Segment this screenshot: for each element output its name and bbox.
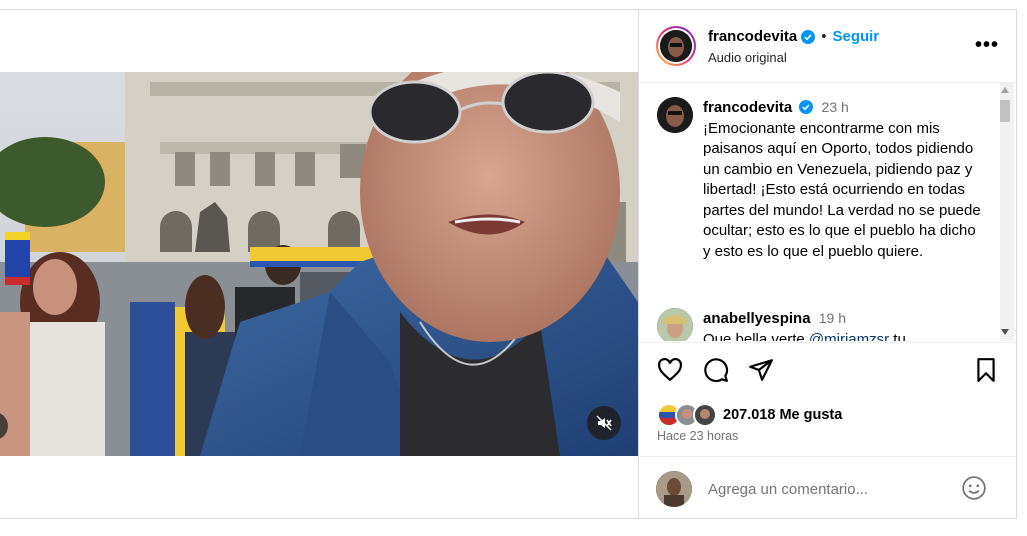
verified-badge-icon: [799, 100, 814, 114]
comment-item: anabellyespina 19 h Que bella verte @mir…: [657, 308, 983, 341]
post-header: francodevita • Seguir Audio original •••: [639, 10, 1016, 83]
comment-username[interactable]: anabellyespina: [703, 310, 811, 327]
post-actions: 207.018 Me gusta Hace 23 horas: [639, 342, 1016, 519]
caption-username[interactable]: francodevita: [703, 99, 792, 116]
current-user-avatar: [656, 471, 692, 507]
likes-count[interactable]: 207.018 Me gusta: [723, 407, 842, 423]
video-frame: [0, 72, 638, 456]
comment-time[interactable]: 19 h: [819, 310, 846, 326]
comment-text: Que bella verte @miriamzsr tu: [703, 330, 983, 342]
author-avatar[interactable]: [656, 26, 696, 66]
caption-avatar[interactable]: [657, 97, 693, 133]
more-options-icon[interactable]: •••: [975, 34, 999, 57]
share-icon[interactable]: [748, 357, 774, 383]
post-timestamp[interactable]: Hace 23 horas: [657, 429, 738, 443]
scroll-thumb[interactable]: [1000, 100, 1010, 122]
comments-list[interactable]: francodevita 23 h ¡Emocionante encontrar…: [639, 83, 1016, 341]
comment-input[interactable]: [708, 481, 948, 498]
commenter-avatar[interactable]: [657, 308, 693, 341]
emoji-icon[interactable]: [961, 475, 987, 501]
follow-button[interactable]: Seguir: [832, 28, 879, 45]
caption: francodevita 23 h ¡Emocionante encontrar…: [657, 97, 983, 262]
comment-icon[interactable]: [703, 357, 729, 383]
post-container: francodevita • Seguir Audio original •••: [0, 9, 1017, 519]
add-comment-bar: [639, 456, 1016, 520]
caption-time[interactable]: 23 h: [822, 99, 849, 115]
scroll-up-arrow-icon[interactable]: [1001, 87, 1009, 93]
verified-badge-icon: [801, 29, 816, 44]
comments-scrollbar[interactable]: [1000, 83, 1014, 341]
liker-avatar[interactable]: [693, 403, 717, 427]
audio-label[interactable]: Audio original: [708, 50, 787, 65]
mute-icon[interactable]: [587, 406, 621, 440]
author-username[interactable]: francodevita: [708, 28, 797, 45]
separator-dot: •: [821, 28, 827, 45]
scroll-down-arrow-icon[interactable]: [1001, 329, 1009, 335]
media-area: [0, 10, 638, 518]
likes-row: 207.018 Me gusta: [657, 403, 842, 427]
post-side-panel: francodevita • Seguir Audio original •••: [638, 10, 1016, 518]
video-player[interactable]: [0, 72, 638, 456]
caption-text: ¡Emocionante encontrarme con mis paisano…: [703, 119, 981, 260]
mention-link[interactable]: @miriamzsr: [809, 331, 889, 342]
bookmark-icon[interactable]: [973, 357, 999, 383]
heart-icon[interactable]: [657, 357, 683, 383]
